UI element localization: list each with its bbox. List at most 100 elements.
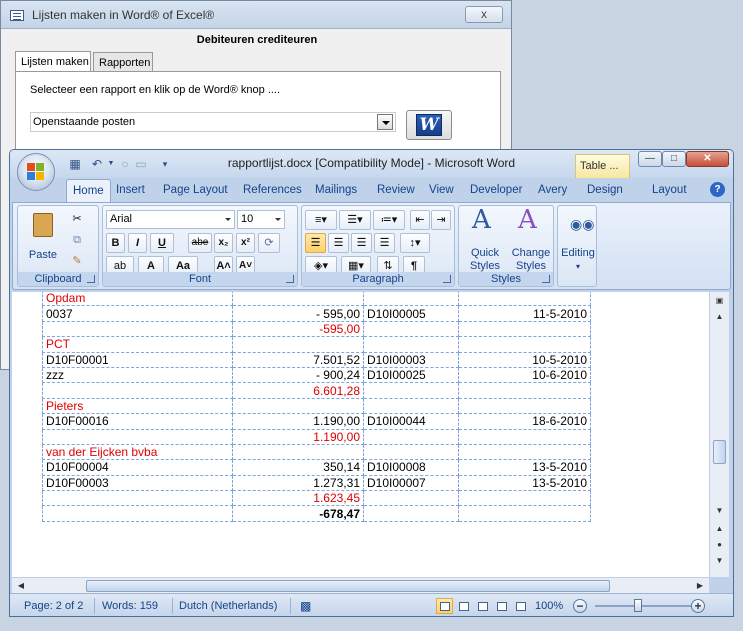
table-cell[interactable]: -595,00 [232,320,364,338]
copy-icon[interactable]: ⧉ [66,230,88,250]
table-cell[interactable]: 0037 [42,305,233,322]
table-cell[interactable]: D10I00008 [363,459,459,476]
table-cell[interactable] [232,443,364,461]
font-launcher-icon[interactable] [286,275,294,283]
table-cell[interactable] [363,490,459,507]
table-cell[interactable] [232,292,364,307]
table-cell[interactable]: zzz [42,366,233,384]
scroll-up-icon[interactable]: ▲ [712,310,727,324]
table-cell[interactable] [458,292,591,307]
decrease-indent-icon[interactable]: ⇤ [410,210,430,230]
font-size-combo[interactable]: 10 [237,210,285,229]
table-cell[interactable]: D10I00044 [363,413,459,430]
maximize-button[interactable]: □ [662,151,686,167]
tab-developer[interactable]: Developer [470,184,522,196]
superscript-button[interactable]: x² [236,233,255,253]
table-cell[interactable] [363,397,459,415]
table-cell[interactable]: D10I00003 [363,351,459,368]
table-cell[interactable]: D10I00025 [363,366,459,384]
table-cell[interactable]: 1.190,00 [232,428,364,445]
table-cell[interactable] [458,490,591,507]
table-cell[interactable] [42,382,233,399]
draft-view-icon[interactable] [512,598,529,614]
help-icon[interactable]: ? [710,182,725,197]
report-select[interactable]: Openstaande posten [30,112,396,132]
tab-view[interactable]: View [429,184,454,196]
table-cell[interactable]: 13-5-2010 [458,459,591,476]
table-cell[interactable] [232,397,364,415]
table-cell[interactable]: 1.190,00 [232,413,364,430]
bold-button[interactable]: B [106,233,125,253]
full-screen-reading-icon[interactable] [455,598,472,614]
ruler-toggle-icon[interactable]: ▣ [712,294,727,308]
table-cell[interactable]: D10F00003 [42,474,233,492]
zoom-out-icon[interactable]: − [573,599,587,613]
word-count[interactable]: Words: 159 [102,600,158,612]
table-cell[interactable] [363,382,459,399]
table-cell[interactable]: - 900,24 [232,366,364,384]
clear-formatting-icon[interactable]: ⟳ [258,233,280,253]
table-cell[interactable]: 10-5-2010 [458,351,591,368]
scroll-left-icon[interactable]: ◀ [14,579,28,592]
tab-mailings[interactable]: Mailings [315,184,357,196]
minimize-button[interactable]: — [638,151,662,167]
table-cell[interactable] [458,505,591,522]
align-left-icon[interactable]: ☰ [305,233,326,253]
zoom-in-icon[interactable]: + [691,599,705,613]
table-cell[interactable]: PCT [42,336,233,353]
tab-design[interactable]: Design [587,184,623,196]
document-area[interactable]: Opdam 0037- 595,00 D10I00005 11-5-2010 -595,… [12,292,709,577]
format-painter-icon[interactable]: ✎ [66,251,88,271]
table-cell[interactable] [458,428,591,445]
horizontal-scrollbar[interactable]: ◀ ▶ [12,577,709,593]
zoom-slider[interactable] [595,605,695,607]
paste-button[interactable]: Paste [24,208,60,262]
tab-home[interactable]: Home [66,179,111,203]
page-indicator[interactable]: Page: 2 of 2 [24,600,83,612]
table-cell[interactable]: D10I00007 [363,474,459,492]
table-cell[interactable]: 6.601,28 [232,382,364,399]
dialog-close-button[interactable]: x [465,6,503,23]
bullets-icon[interactable]: ≡▾ [305,210,337,230]
table-cell[interactable] [458,397,591,415]
tab-page-layout[interactable]: Page Layout [163,184,228,196]
increase-indent-icon[interactable]: ⇥ [431,210,451,230]
vertical-scrollbar[interactable]: ▣ ▲ ▼ ▲ ● ▼ [709,292,729,577]
zoom-slider-thumb[interactable] [634,599,642,612]
table-cell[interactable]: 18-6-2010 [458,413,591,430]
table-cell[interactable] [458,443,591,461]
tab-references[interactable]: References [243,184,302,196]
table-cell[interactable] [42,320,233,338]
tab-lijsten-maken[interactable]: Lijsten maken [15,51,91,72]
table-cell[interactable]: - 595,00 [232,305,364,322]
table-cell[interactable] [42,505,233,522]
table-cell[interactable]: Pieters [42,397,233,415]
table-cell[interactable]: 13-5-2010 [458,474,591,492]
paragraph-launcher-icon[interactable] [443,275,451,283]
horizontal-scroll-thumb[interactable] [86,580,610,592]
close-button[interactable]: ✕ [686,151,729,167]
table-cell[interactable]: Opdam [42,292,233,307]
align-center-icon[interactable]: ☰ [328,233,349,253]
table-cell[interactable] [363,320,459,338]
office-button[interactable] [17,153,55,191]
table-cell[interactable]: 1.623,45 [232,490,364,507]
table-cell[interactable] [232,336,364,353]
tab-review[interactable]: Review [377,184,415,196]
styles-launcher-icon[interactable] [542,275,550,283]
table-cell[interactable]: D10F00001 [42,351,233,368]
table-cell[interactable]: -678,47 [232,505,364,522]
table-cell[interactable]: 7.501,52 [232,351,364,368]
subscript-button[interactable]: x₂ [214,233,233,253]
font-family-combo[interactable]: Arial [106,210,235,229]
underline-button[interactable]: U [150,233,174,253]
proofing-icon[interactable]: ▩ [300,599,311,613]
table-cell[interactable] [363,443,459,461]
table-cell[interactable]: D10F00016 [42,413,233,430]
table-cell[interactable] [363,505,459,522]
chevron-down-icon[interactable] [225,218,231,221]
quick-styles-button[interactable]: A Quick Styles [462,207,506,272]
align-right-icon[interactable]: ☰ [351,233,372,253]
justify-icon[interactable]: ☰ [374,233,395,253]
next-page-icon[interactable]: ▼ [712,554,727,568]
